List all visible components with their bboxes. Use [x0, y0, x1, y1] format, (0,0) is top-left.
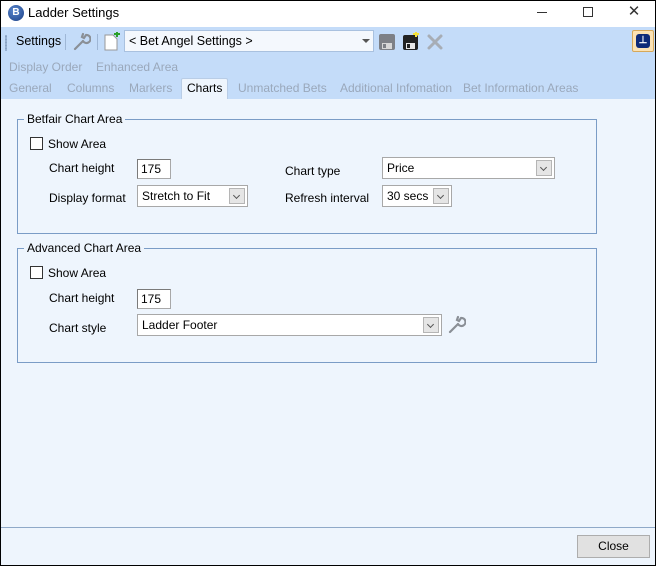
- advanced-show-area-checkbox[interactable]: [30, 266, 43, 279]
- betfair-chart-height-label: Chart height: [49, 161, 115, 175]
- toolbar-separator: [65, 34, 66, 50]
- toolbar: Settings < Bet Angel Settings > ⊥ Displa…: [1, 27, 655, 99]
- save-icon[interactable]: [377, 32, 397, 52]
- advanced-chart-height-label: Chart height: [49, 291, 115, 305]
- refresh-interval-label: Refresh interval: [285, 191, 370, 205]
- subnav-display-order[interactable]: Display Order: [9, 60, 82, 74]
- toolbar-separator: [97, 34, 98, 50]
- new-document-icon[interactable]: [102, 32, 122, 52]
- tab-markers[interactable]: Markers: [129, 79, 172, 99]
- advanced-show-area-label: Show Area: [48, 266, 107, 280]
- close-icon: ✕: [627, 3, 641, 20]
- chevron-down-icon: [362, 39, 370, 43]
- betfair-show-area-label: Show Area: [48, 137, 107, 151]
- wrench-icon[interactable]: [446, 315, 466, 335]
- display-format-value: Stretch to Fit: [142, 189, 211, 203]
- chart-style-label: Chart style: [49, 321, 107, 335]
- save-as-icon[interactable]: [401, 32, 421, 52]
- chevron-down-icon: [423, 317, 439, 333]
- display-format-select[interactable]: Stretch to Fit: [137, 185, 248, 207]
- betfair-chart-area-title: Betfair Chart Area: [24, 112, 126, 126]
- wrench-icon[interactable]: [71, 32, 91, 52]
- chart-type-select[interactable]: Price: [382, 157, 555, 179]
- pin-button[interactable]: ⊥: [632, 30, 654, 52]
- advanced-chart-height-input[interactable]: 175: [137, 289, 171, 309]
- chevron-down-icon: [229, 188, 245, 204]
- betfair-chart-area-group: Betfair Chart Area Show Area Chart heigh…: [17, 112, 597, 234]
- bet-angel-logo-icon: B: [8, 5, 24, 21]
- chart-style-value: Ladder Footer: [142, 318, 218, 332]
- close-window-button[interactable]: ✕: [611, 1, 655, 25]
- tab-unmatched-bets[interactable]: Unmatched Bets: [238, 79, 327, 99]
- ladder-settings-window: B Ladder Settings ✕ Settings < Bet Angel…: [1, 1, 655, 565]
- tab-columns[interactable]: Columns: [67, 79, 114, 99]
- advanced-chart-area-title: Advanced Chart Area: [24, 241, 145, 255]
- display-format-label: Display format: [49, 191, 126, 205]
- tab-additional-information[interactable]: Additional Infomation: [340, 79, 452, 99]
- minimize-icon: [537, 11, 547, 13]
- tab-charts[interactable]: Charts: [181, 78, 229, 99]
- title-bar: B Ladder Settings ✕: [1, 1, 655, 27]
- chevron-down-icon: [433, 188, 449, 204]
- betfair-chart-height-input[interactable]: 175: [137, 159, 171, 179]
- settings-profile-select[interactable]: < Bet Angel Settings >: [124, 30, 374, 52]
- pin-icon: ⊥: [636, 34, 650, 48]
- chart-type-value: Price: [387, 161, 415, 175]
- chart-type-label: Chart type: [285, 164, 341, 178]
- subnav-enhanced-area[interactable]: Enhanced Area: [96, 60, 178, 74]
- betfair-show-area-checkbox[interactable]: [30, 137, 43, 150]
- refresh-interval-value: 30 secs: [387, 189, 429, 203]
- tab-general[interactable]: General: [9, 79, 52, 99]
- chart-style-select[interactable]: Ladder Footer: [137, 314, 442, 336]
- refresh-interval-select[interactable]: 30 secs: [382, 185, 452, 207]
- close-button[interactable]: Close: [577, 535, 650, 558]
- tab-bet-information-areas[interactable]: Bet Information Areas: [463, 79, 578, 99]
- toolbar-grip[interactable]: [5, 35, 7, 51]
- window-title: Ladder Settings: [28, 5, 120, 20]
- maximize-icon: [583, 7, 593, 18]
- settings-profile-value: < Bet Angel Settings >: [129, 34, 253, 48]
- footer-divider: [1, 527, 655, 528]
- settings-menu[interactable]: Settings: [16, 34, 61, 48]
- chevron-down-icon: [536, 160, 552, 176]
- maximize-button[interactable]: [565, 1, 611, 25]
- delete-icon[interactable]: [425, 32, 445, 52]
- minimize-button[interactable]: [519, 1, 565, 25]
- advanced-chart-area-group: Advanced Chart Area Show Area Chart heig…: [17, 241, 597, 363]
